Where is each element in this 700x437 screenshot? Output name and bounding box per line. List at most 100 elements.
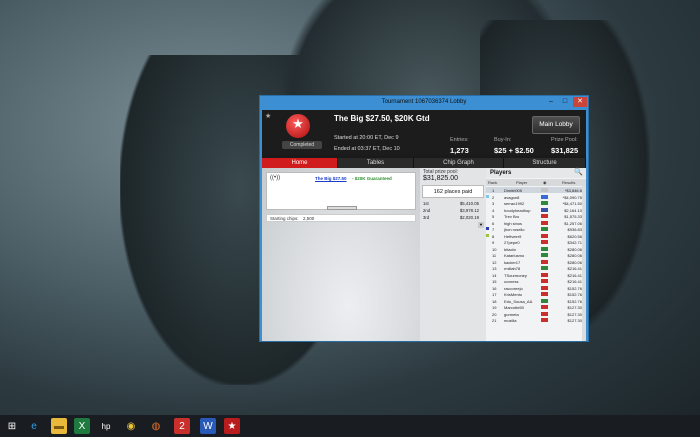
window-title: Tournament 1067036374 Lobby (381, 99, 467, 105)
internet-explorer-icon[interactable]: e (26, 418, 42, 434)
player-row[interactable]: 13 rmiliah78 $216.41 (486, 265, 582, 271)
player-name: Katarlusmo (504, 253, 525, 258)
player-row[interactable]: 2 avagon8 *$4,090.75 (486, 194, 582, 200)
player-rank: 16 (492, 285, 497, 291)
col-country-icon[interactable]: ◉ (543, 180, 547, 185)
pokerstars-icon[interactable]: ★ (224, 418, 240, 434)
player-row[interactable]: 16 raccoreejo $152.76 (486, 285, 582, 291)
player-row[interactable]: 21 mozilla $127.30 (486, 317, 582, 323)
close-button[interactable]: ✕ (573, 97, 587, 107)
firefox-icon[interactable]: ◍ (148, 418, 164, 434)
player-name: serrao1992 (504, 201, 525, 206)
player-result: $127.30 (567, 311, 582, 317)
main-lobby-button[interactable]: Main Lobby (532, 116, 580, 134)
tab-home[interactable]: Home (262, 158, 338, 168)
col-results[interactable]: Results (562, 180, 575, 185)
player-marker (486, 194, 489, 198)
player-row[interactable]: 7 jhon rosello $936.83 (486, 226, 582, 232)
minimize-button[interactable]: – (545, 97, 557, 107)
payout-scroll-down-icon[interactable]: ▼ (478, 222, 484, 228)
player-row[interactable]: 8 Heftveer9 $620.56 (486, 233, 582, 239)
player-row[interactable]: 9 27pepe0 $342.71 (486, 239, 582, 245)
player-marker (486, 299, 489, 302)
chrome-icon[interactable]: ◉ (123, 418, 139, 434)
player-result: $620.56 (567, 233, 582, 239)
country-flag-icon (541, 272, 548, 277)
search-icon[interactable]: 🔍 (574, 168, 583, 176)
home-pane: ((•)) The Big $27.50 - $20K Guaranteed S… (262, 168, 420, 341)
app-two-icon[interactable]: 2 (174, 418, 190, 434)
country-flag-icon (541, 220, 548, 225)
player-name: Heftveer9 (504, 233, 522, 239)
tab-structure[interactable]: Structure (504, 158, 586, 168)
player-name: gurmeta (504, 311, 519, 317)
tab-chip-graph[interactable]: Chip Graph (414, 158, 504, 168)
entries-value: 1,273 (450, 146, 469, 155)
country-flag-icon (541, 318, 548, 322)
player-marker (486, 221, 489, 224)
players-pane: Players 🔍 Rank Player ◉ Results 1 Dimitri… (486, 168, 586, 341)
payout-row: 2nd $3,978.12 (422, 207, 484, 214)
word-icon[interactable]: W (200, 418, 216, 434)
player-row[interactable]: 4 hoodyheadhop $2,164.10 (486, 207, 582, 213)
prizepool-label: Prize Pool: (551, 137, 578, 143)
broadcast-icon: ((•)) (270, 175, 281, 181)
country-flag-icon (541, 253, 548, 257)
windows-start-icon[interactable]: ⊞ (4, 418, 20, 434)
file-explorer-icon[interactable]: ▬ (51, 418, 67, 434)
player-marker (486, 305, 489, 308)
player-result: $280.06 (567, 246, 582, 252)
player-name: raccoreejo (504, 285, 523, 291)
maximize-button[interactable]: □ (559, 97, 571, 107)
player-row[interactable]: 5 Trev Bro $1,575.33 (486, 213, 582, 219)
favorite-star-icon[interactable]: ★ (265, 112, 271, 120)
player-row[interactable]: 11 Katarlusmo $280.06 (486, 252, 582, 258)
tournament-link[interactable]: The Big $27.50 (315, 176, 347, 181)
player-row[interactable]: 20 gurmeta $127.30 (486, 311, 582, 317)
col-rank[interactable]: Rank (488, 180, 497, 185)
info-scroll-handle[interactable] (327, 206, 357, 210)
excel-icon[interactable]: X (74, 418, 90, 434)
player-result: $127.30 (567, 305, 582, 310)
player-name: Trev Bro (504, 214, 520, 219)
player-marker (486, 201, 489, 204)
player-row[interactable]: 12 kacker17 $280.06 (486, 259, 582, 265)
tab-tables[interactable]: Tables (338, 158, 414, 168)
tab-bar: Home Tables Chip Graph Structure (262, 158, 586, 168)
end-time: Ended at 03:37 ET, Dec 10 (334, 146, 400, 152)
country-flag-icon (541, 227, 548, 231)
player-marker (486, 273, 489, 276)
country-flag-icon (541, 214, 548, 218)
payout-amount: $3,978.12 (459, 208, 479, 213)
player-name: Marcotte50 (504, 305, 525, 310)
player-marker (486, 292, 489, 295)
player-rank: 13 (492, 266, 497, 271)
status-badge: Completed (282, 141, 322, 149)
player-row[interactable]: 10 bitacbr $280.06 (486, 246, 582, 252)
col-player[interactable]: Player (516, 180, 527, 185)
player-rank: 14 (492, 272, 497, 278)
players-scrollbar[interactable] (582, 186, 586, 341)
window-titlebar[interactable]: Tournament 1067036374 Lobby – □ ✕ (260, 96, 588, 110)
player-name: Edu_Sousa_AA (504, 298, 533, 304)
country-flag-icon (541, 240, 548, 244)
hp-icon[interactable]: hp (98, 418, 114, 434)
player-marker (486, 227, 489, 230)
player-marker (486, 214, 489, 217)
player-rank: 6 (492, 220, 495, 226)
country-flag-icon (541, 201, 548, 205)
player-row[interactable]: 17 KrisMento $152.76 (486, 291, 582, 297)
player-row[interactable]: 15 ccxness $216.41 (486, 278, 582, 284)
player-row[interactable]: 19 Marcotte50 $127.30 (486, 304, 582, 310)
payout-list: 1st $5,410.05 2nd $3,978.12 3rd $2,020.19 (422, 200, 484, 221)
payout-place: 1st (423, 201, 429, 206)
player-rank: 2 (492, 194, 495, 200)
player-row[interactable]: 3 serrao1992 *$4,471.50 (486, 200, 582, 206)
player-name: TSourmoney (504, 272, 527, 278)
player-row[interactable]: 6 high sinos $1,257.06 (486, 220, 582, 226)
player-result: *$4,471.50 (562, 201, 582, 206)
player-row[interactable]: 1 Dimitri005 *$3,846.6 (486, 187, 582, 193)
player-rank: 20 (492, 311, 497, 317)
player-row[interactable]: 18 Edu_Sousa_AA $152.76 (486, 298, 582, 304)
player-row[interactable]: 14 TSourmoney $216.41 (486, 272, 582, 278)
